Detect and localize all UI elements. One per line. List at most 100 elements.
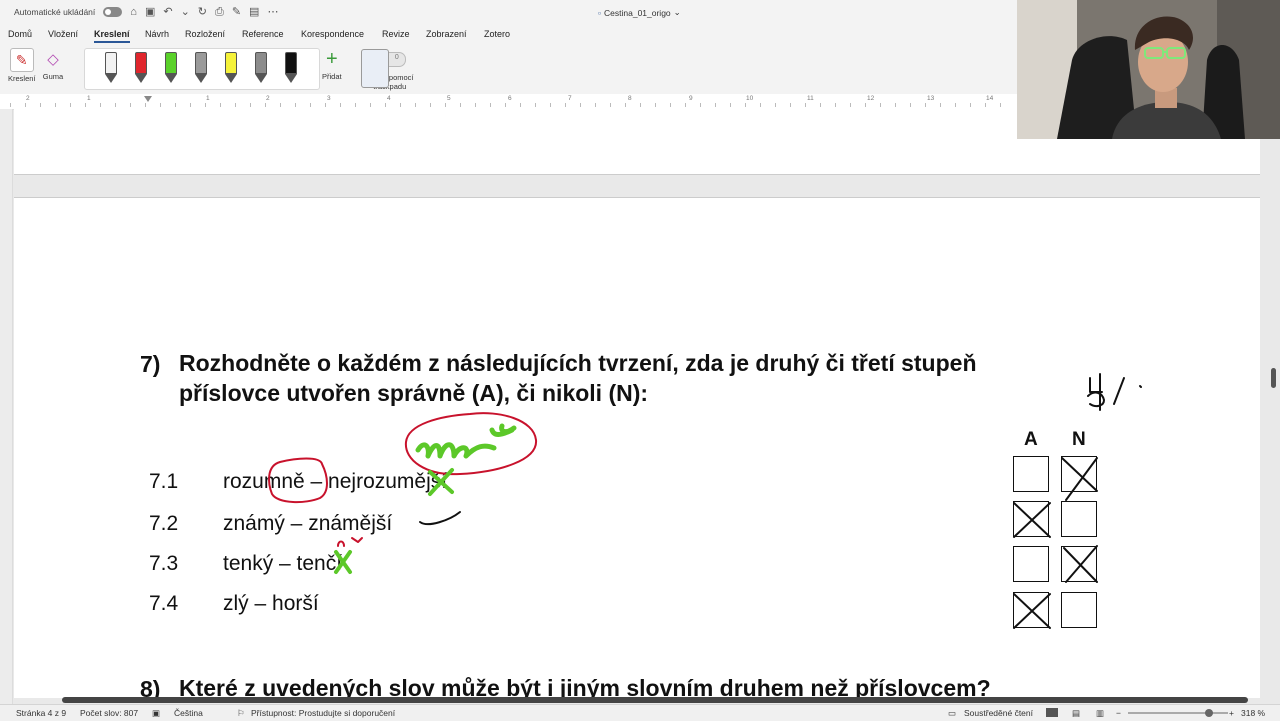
ruler-number: 2: [266, 95, 270, 102]
highlighter-icon[interactable]: [225, 52, 237, 84]
ruler-tick: [520, 103, 521, 107]
language-indicator[interactable]: Čeština: [174, 708, 203, 718]
web-layout-icon[interactable]: ▤: [1072, 708, 1080, 719]
ruler-tick: [625, 103, 626, 107]
ruler-tick: [640, 103, 641, 107]
pen-6-icon[interactable]: [255, 52, 267, 84]
pen-2-icon[interactable]: [135, 52, 147, 84]
proofing-icon[interactable]: ▣: [152, 708, 160, 719]
item-number: 7.1: [149, 470, 179, 493]
ruler-number: 12: [867, 95, 875, 102]
ruler-tick: [550, 103, 551, 107]
vertical-scrollbar[interactable]: [1271, 368, 1276, 388]
checkbox-n-item1[interactable]: [1061, 456, 1097, 492]
vertical-ruler[interactable]: [0, 109, 13, 705]
zoom-out-icon[interactable]: −: [1116, 708, 1121, 718]
draw-tool-icon: ✎: [9, 48, 34, 72]
ruler-tick: [940, 103, 941, 107]
ruler-tick: [10, 103, 11, 107]
ruler-tick: [265, 103, 266, 107]
tab-view[interactable]: Zobrazení: [426, 29, 467, 39]
horizontal-scrollbar[interactable]: [62, 697, 1248, 703]
autosave-toggle[interactable]: [103, 7, 123, 17]
zoom-in-icon[interactable]: +: [1229, 708, 1234, 718]
draw-icon[interactable]: ✎: [232, 7, 241, 18]
ruler-tick: [220, 103, 221, 107]
checkbox-a-item4[interactable]: [1013, 592, 1049, 628]
print-icon[interactable]: ⎙: [215, 7, 224, 18]
ruler-tick: [160, 103, 161, 107]
indent-marker[interactable]: [144, 96, 152, 102]
document-title[interactable]: ▫ Cestina_01_origo ⌄: [598, 7, 681, 18]
checkbox-a-item2[interactable]: [1013, 501, 1049, 537]
ruler-tick: [850, 103, 851, 107]
zoom-slider[interactable]: [1128, 712, 1228, 714]
ruler-tick: [325, 103, 326, 107]
tab-home[interactable]: Domů: [8, 29, 32, 39]
tab-zotero[interactable]: Zotero: [484, 29, 510, 39]
ruler-number: 8: [628, 95, 632, 102]
print-layout-icon[interactable]: [1046, 708, 1058, 717]
ruler-tick: [715, 103, 716, 107]
ruler-tick: [760, 103, 761, 107]
ruler-number: 5: [447, 95, 451, 102]
save-icon[interactable]: ▣: [145, 7, 155, 18]
ruler-tick: [880, 103, 881, 107]
checkbox-a-item1[interactable]: [1013, 456, 1049, 492]
status-bar: Stránka 4 z 9 Počet slov: 807 ▣ Čeština …: [0, 704, 1280, 721]
draw-tool-button[interactable]: ✎ Kreslení: [8, 48, 36, 83]
checkbox-a-item3[interactable]: [1013, 546, 1049, 582]
tab-references[interactable]: Reference: [242, 29, 284, 39]
add-pen-button[interactable]: + Přidat: [322, 48, 342, 82]
tab-mailings[interactable]: Korespondence: [301, 29, 364, 39]
ruler-tick: [475, 103, 476, 107]
ruler-tick: [115, 103, 116, 107]
pen-7-icon[interactable]: [285, 52, 297, 84]
ruler-tick: [1000, 103, 1001, 107]
ruler-tick: [295, 103, 296, 107]
pencil-icon[interactable]: [195, 52, 207, 84]
undo-icon[interactable]: ↶: [163, 7, 172, 18]
tab-review[interactable]: Revize: [382, 29, 410, 39]
zoom-level[interactable]: 318 %: [1241, 708, 1265, 718]
redo-icon[interactable]: ↻: [198, 7, 207, 18]
tab-draw[interactable]: Kreslení: [94, 29, 130, 43]
ruler-tick: [235, 103, 236, 107]
item-text: tenký – tenčí: [223, 552, 343, 575]
ruler-number: 2: [26, 95, 30, 102]
autosave-label: Automatické ukládání: [14, 7, 96, 17]
home-icon[interactable]: ⌂: [130, 7, 137, 18]
more-icon[interactable]: ⋯: [267, 7, 278, 18]
accessibility-status[interactable]: Přístupnost: Prostudujte si doporučení: [251, 708, 395, 718]
pen-3-icon[interactable]: [165, 52, 177, 84]
ruler-number: 1: [87, 95, 91, 102]
word-count[interactable]: Počet slov: 807: [80, 708, 138, 718]
ruler-number: 6: [508, 95, 512, 102]
item-number: 7.2: [149, 512, 179, 535]
pen-1-icon[interactable]: [105, 52, 117, 84]
zoom-slider-handle[interactable]: [1205, 709, 1213, 717]
checkbox-n-item4[interactable]: [1061, 592, 1097, 628]
undo-dropdown-icon[interactable]: ⌄: [181, 7, 190, 18]
ruler-number: 11: [807, 95, 814, 102]
ruler-tick: [55, 103, 56, 107]
checkbox-n-item2[interactable]: [1061, 501, 1097, 537]
eraser-button[interactable]: ◇ Guma: [42, 48, 64, 81]
tab-insert[interactable]: Vložení: [48, 29, 78, 39]
ruler-tick: [820, 103, 821, 107]
focus-icon: ▭: [948, 708, 957, 718]
ruler-tick: [280, 103, 281, 107]
accessibility-icon: ⚐: [237, 708, 245, 718]
ruler-number: 7: [568, 95, 572, 102]
read-mode-icon[interactable]: ▥: [1096, 708, 1104, 719]
format-icon[interactable]: ▤: [249, 7, 259, 18]
ruler-tick: [310, 103, 311, 107]
horizontal-ruler[interactable]: 2 1 1 2 3 4 5 6 7 8 9 10 11 12 13 14: [0, 94, 1017, 110]
document-icon: ▫: [598, 7, 602, 18]
ruler-tick: [835, 103, 836, 107]
tab-layout[interactable]: Rozložení: [185, 29, 225, 39]
tab-design[interactable]: Návrh: [145, 29, 169, 39]
checkbox-n-item3[interactable]: [1061, 546, 1097, 582]
focus-mode[interactable]: Soustředěné čtení: [964, 708, 1033, 718]
page-indicator[interactable]: Stránka 4 z 9: [16, 708, 66, 718]
